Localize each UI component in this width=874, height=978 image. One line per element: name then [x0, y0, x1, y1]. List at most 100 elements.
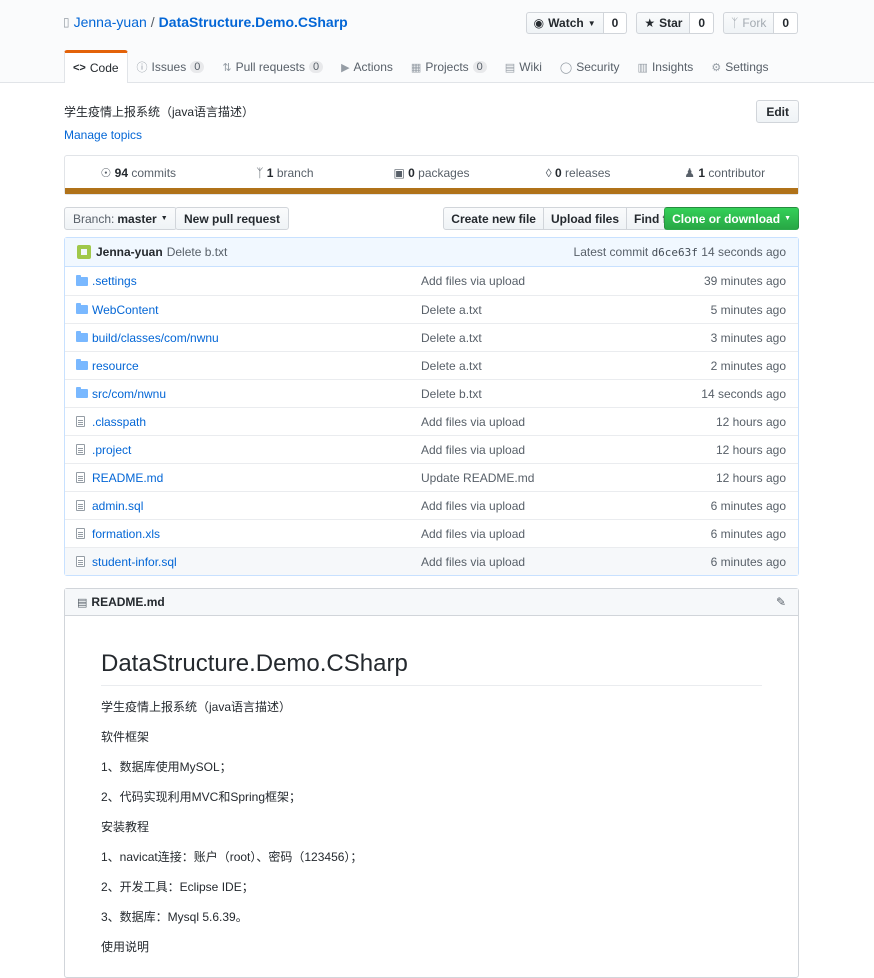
commit-author[interactable]: Jenna-yuan	[96, 245, 163, 259]
star-button[interactable]: ★ Star	[636, 12, 691, 34]
fork-button[interactable]: ᛉ Fork	[723, 12, 775, 34]
file-commit-message[interactable]: Delete a.txt	[421, 303, 711, 317]
releases-link[interactable]: ◊ 0 releases	[505, 166, 652, 180]
tab-settings[interactable]: ⚙ Settings	[702, 50, 777, 83]
file-row[interactable]: .project Add files via upload 12 hours ago	[65, 435, 798, 463]
file-name-link[interactable]: formation.xls	[92, 527, 421, 541]
file-age: 3 minutes ago	[710, 330, 786, 345]
file-name-link[interactable]: admin.sql	[92, 499, 421, 513]
file-row[interactable]: resource Delete a.txt 2 minutes ago	[65, 351, 798, 379]
file-row[interactable]: src/com/nwnu Delete b.txt 14 seconds ago	[65, 379, 798, 407]
branch-name: master	[117, 211, 157, 226]
branch-prefix: Branch:	[73, 211, 115, 226]
file-icon-cell	[65, 528, 92, 539]
file-icon-cell	[65, 416, 92, 427]
file-commit-message[interactable]: Add files via upload	[421, 499, 711, 513]
folder-icon-cell	[65, 303, 92, 314]
readme-paragraph: 学生疫情上报系统（java语言描述）	[101, 700, 292, 714]
readme-title: DataStructure.Demo.CSharp	[101, 650, 762, 686]
file-name-link[interactable]: src/com/nwnu	[92, 387, 421, 401]
file-commit-message[interactable]: Delete a.txt	[421, 359, 711, 373]
commit-icon: ☉	[100, 166, 112, 180]
pencil-icon[interactable]: ✎	[776, 595, 786, 609]
create-file-button[interactable]: Create new file	[443, 207, 544, 230]
language-bar[interactable]	[65, 188, 798, 194]
watch-count[interactable]: 0	[603, 12, 628, 34]
file-name-link[interactable]: .project	[92, 443, 421, 457]
file-commit-message[interactable]: Add files via upload	[421, 415, 716, 429]
file-commit-message[interactable]: Add files via upload	[421, 527, 711, 541]
clone-download-button[interactable]: Clone or download ▼	[664, 207, 799, 230]
edit-description-button[interactable]: Edit	[756, 100, 799, 123]
commit-sha[interactable]: d6ce63f	[652, 246, 698, 259]
file-navigation: Branch: master ▼ New pull request Create…	[64, 207, 799, 230]
file-row[interactable]: admin.sql Add files via upload 6 minutes a…	[65, 491, 798, 519]
tab-projects[interactable]: ▦ Projects 0	[402, 50, 496, 83]
tab-insights[interactable]: ▥ Insights	[629, 50, 703, 83]
readme-paragraph: 2、代码实现利用MVC和Spring框架；	[101, 790, 302, 804]
tab-actions[interactable]: ▶ Actions	[332, 50, 402, 83]
repo-owner-link[interactable]: Jenna-yuan	[74, 14, 147, 30]
tab-pull-requests[interactable]: ⇅ Pull requests 0	[213, 50, 332, 83]
tab-label: Security	[576, 60, 620, 74]
fork-group: ᛉ Fork 0	[723, 12, 798, 34]
file-icon	[76, 556, 85, 567]
commit-time: 14 seconds ago	[701, 245, 786, 259]
file-name-link[interactable]: build/classes/com/nwnu	[92, 331, 421, 345]
file-name-link[interactable]: README.md	[92, 471, 421, 485]
star-icon: ★	[644, 16, 656, 30]
file-name-link[interactable]: .settings	[92, 274, 421, 288]
file-commit-message[interactable]: Delete b.txt	[421, 387, 701, 401]
packages-link[interactable]: ▣ 0 packages	[358, 166, 505, 180]
branches-link[interactable]: ᛉ 1 branch	[212, 166, 359, 180]
repo-name-link[interactable]: DataStructure.Demo.CSharp	[159, 14, 348, 30]
file-name-link[interactable]: resource	[92, 359, 421, 373]
file-name-link[interactable]: .classpath	[92, 415, 421, 429]
latest-commit-info: Latest commit d6ce63f 14 seconds ago	[574, 245, 786, 259]
repo-header: ▯ Jenna-yuan / DataStructure.Demo.CSharp…	[0, 0, 874, 83]
file-commit-message[interactable]: Add files via upload	[421, 443, 716, 457]
watch-button[interactable]: ◉ Watch ▼	[525, 12, 604, 34]
contributors-link[interactable]: ♟ 1 contributor	[651, 166, 798, 180]
file-commit-message[interactable]: Add files via upload	[421, 555, 711, 569]
tag-icon: ◊	[545, 166, 552, 180]
repo-actions: ◉ Watch ▼ 0 ★ Star 0 ᛉ Fork 0	[525, 12, 798, 34]
new-pull-request-button[interactable]: New pull request	[175, 207, 290, 230]
file-age: 6 minutes ago	[710, 526, 786, 541]
tab-label: Issues	[151, 60, 187, 74]
avatar[interactable]	[77, 245, 91, 259]
file-name-link[interactable]: WebContent	[92, 303, 421, 317]
file-row[interactable]: formation.xls Add files via upload 6 minut…	[65, 519, 798, 547]
file-row[interactable]: .settings Add files via upload 39 minutes …	[65, 267, 798, 295]
fork-count[interactable]: 0	[774, 12, 798, 34]
file-row[interactable]: README.md Update README.md 12 hours ago	[65, 463, 798, 491]
file-age: 6 minutes ago	[710, 554, 786, 569]
file-row[interactable]: WebContent Delete a.txt 5 minutes ago	[65, 295, 798, 323]
tab-security[interactable]: ◯ Security	[551, 50, 629, 83]
tab-code[interactable]: <> Code	[64, 50, 128, 83]
star-label: Star	[659, 16, 683, 30]
file-age: 6 minutes ago	[710, 498, 786, 513]
tab-label: Insights	[651, 60, 694, 74]
tab-wiki[interactable]: ▤ Wiki	[496, 50, 551, 83]
manage-topics-link[interactable]: Manage topics	[64, 128, 142, 142]
watch-group: ◉ Watch ▼ 0	[525, 12, 628, 34]
file-row[interactable]: student-infor.sql Add files via upload 6 m…	[65, 547, 798, 575]
file-name-link[interactable]: student-infor.sql	[92, 555, 421, 569]
upload-files-button[interactable]: Upload files	[542, 207, 627, 230]
star-count[interactable]: 0	[690, 12, 715, 34]
readme-filename: README.md	[91, 595, 165, 609]
readme-paragraph: 2、开发工具：Eclipse IDE；	[101, 880, 254, 894]
commit-message[interactable]: Delete b.txt	[167, 245, 228, 259]
commits-link[interactable]: ☉ 94 commits	[65, 166, 212, 180]
file-icon	[76, 528, 85, 539]
file-commit-message[interactable]: Delete a.txt	[421, 331, 711, 345]
tab-issues[interactable]: ⓘ Issues 0	[128, 50, 214, 83]
branch-select-button[interactable]: Branch: master ▼	[64, 207, 177, 230]
file-row[interactable]: .classpath Add files via upload 12 hours a…	[65, 407, 798, 435]
file-icon	[76, 416, 85, 427]
file-commit-message[interactable]: Add files via upload	[421, 274, 704, 288]
file-commit-message[interactable]: Update README.md	[421, 471, 716, 485]
tab-count: 0	[190, 61, 205, 73]
file-row[interactable]: build/classes/com/nwnu Delete a.txt 3 minu…	[65, 323, 798, 351]
